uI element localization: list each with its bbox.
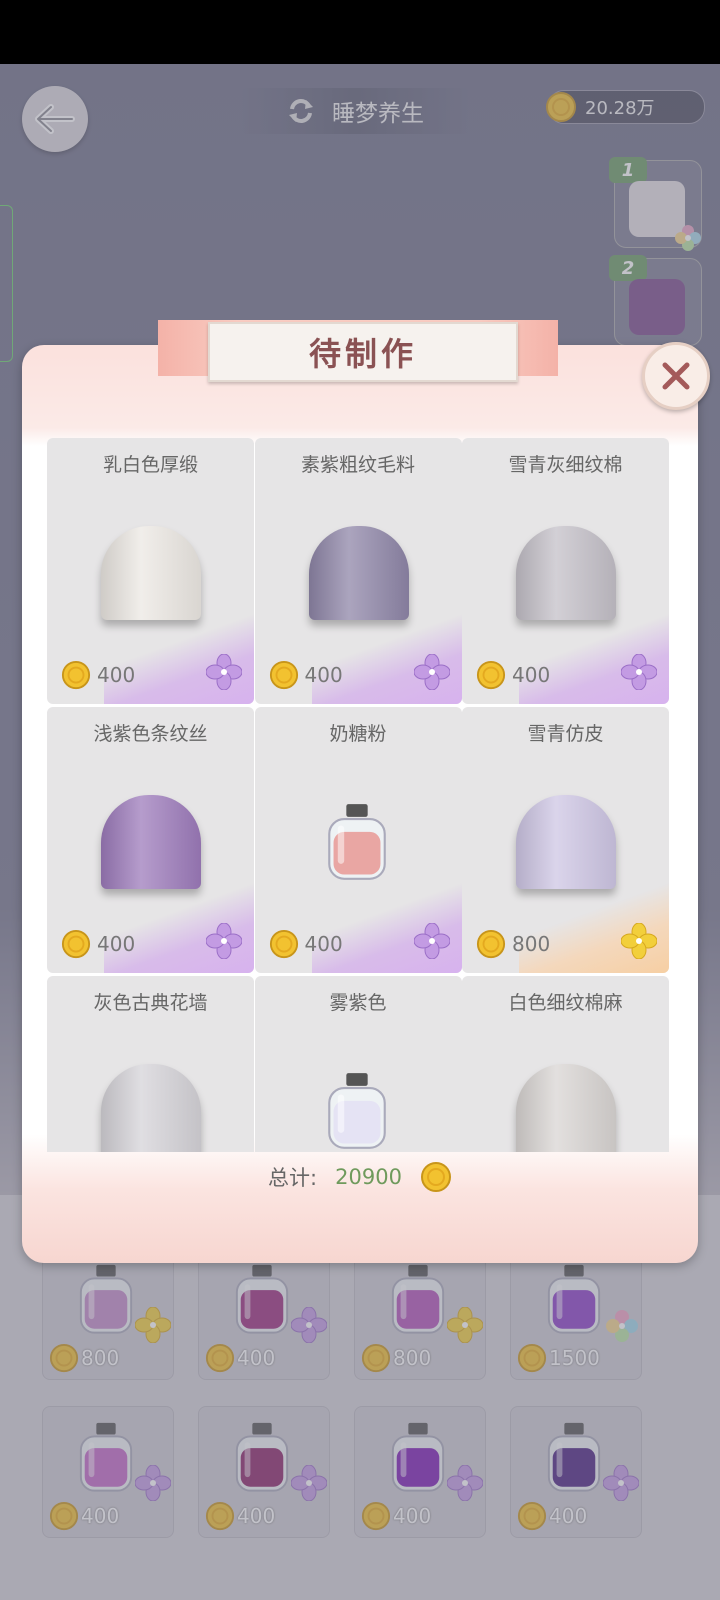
gold-coin-icon [476, 929, 506, 959]
fabric-swatch-icon [101, 1064, 201, 1152]
material-price-value: 400 [97, 932, 136, 956]
material-price-value: 800 [512, 932, 551, 956]
dye-bottle-icon [327, 1073, 386, 1149]
total-label: 总计: [268, 1166, 318, 1190]
status-bar [0, 0, 720, 64]
dye-bottle [325, 1071, 389, 1152]
material-price-value: 400 [512, 663, 551, 687]
total-row: 总计: 20900 [0, 1155, 720, 1199]
material-price: 400 [269, 660, 343, 690]
dye-bottle [325, 802, 389, 886]
close-button[interactable] [642, 342, 710, 410]
material-name: 素紫粗纹毛料 [300, 454, 415, 476]
flower-icon [205, 922, 243, 960]
material-card[interactable]: 雪青灰细纹棉 400 [462, 438, 669, 704]
material-card[interactable]: 奶糖粉 400 [254, 707, 462, 973]
close-icon [662, 362, 690, 390]
fabric-swatch-icon [308, 526, 409, 620]
flower-icon [413, 653, 450, 691]
dye-bottle-icon [327, 804, 386, 880]
material-name: 灰色古典花墙 [93, 992, 208, 1014]
material-card[interactable]: 乳白色厚缎 400 [47, 438, 254, 704]
flower-icon [620, 653, 658, 691]
material-name: 白色细纹棉麻 [508, 992, 623, 1014]
material-name: 雾紫色 [329, 992, 387, 1014]
material-card[interactable]: 雪青仿皮 800 [462, 707, 669, 973]
material-card[interactable]: 灰色古典花墙 [47, 976, 254, 1152]
fabric-swatch-icon [516, 795, 616, 889]
material-price: 400 [61, 660, 135, 690]
material-name: 浅紫色条纹丝 [93, 723, 208, 745]
material-price-value: 400 [304, 663, 343, 687]
fabric-swatch-icon [516, 1064, 616, 1152]
total-value: 20900 [335, 1165, 402, 1189]
material-price: 800 [476, 929, 550, 959]
material-price-value: 400 [97, 663, 136, 687]
material-card[interactable]: 白色细纹棉麻 [462, 976, 669, 1152]
material-card[interactable]: 雾紫色 [254, 976, 462, 1152]
modal-title: 待制作 [208, 322, 518, 382]
flower-icon [205, 653, 243, 691]
fabric-swatch-icon [101, 795, 201, 889]
gold-coin-icon [420, 1162, 451, 1192]
flower-icon [620, 922, 658, 960]
material-card[interactable]: 浅紫色条纹丝 400 [47, 707, 254, 973]
material-card[interactable]: 素紫粗纹毛料 400 [254, 438, 462, 704]
gold-coin-icon [476, 660, 506, 690]
gold-coin-icon [269, 929, 298, 959]
flower-icon [413, 922, 450, 960]
material-price: 400 [269, 929, 343, 959]
material-name: 奶糖粉 [329, 723, 387, 745]
gold-coin-icon [61, 929, 91, 959]
material-price-value: 400 [304, 932, 343, 956]
material-name: 雪青灰细纹棉 [508, 454, 623, 476]
material-price: 400 [61, 929, 135, 959]
material-name: 雪青仿皮 [527, 723, 604, 745]
fabric-swatch-icon [516, 526, 616, 620]
fabric-swatch-icon [101, 526, 201, 620]
material-price: 400 [476, 660, 550, 690]
gold-coin-icon [269, 660, 298, 690]
gold-coin-icon [61, 660, 91, 690]
material-name: 乳白色厚缎 [102, 454, 198, 476]
material-grid[interactable]: 乳白色厚缎 400 素紫粗纹毛料 400 雪青灰细纹棉 400 浅紫色条纹丝 400 奶糖粉 40… [47, 438, 679, 1152]
